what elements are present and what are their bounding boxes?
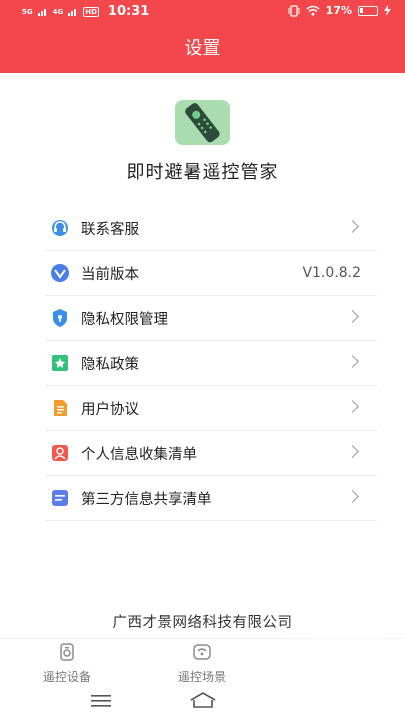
menu-item-third-party-share-list[interactable]: 第三方信息共享清单: [45, 476, 377, 521]
signal-bars-icon: [37, 9, 46, 16]
version-icon: [50, 263, 70, 283]
menu-item-label: 个人信息收集清单: [81, 446, 197, 463]
menu-item-current-version[interactable]: 当前版本 V1.0.8.2: [45, 251, 377, 296]
chevron-right-icon: [346, 310, 359, 323]
menu-item-label: 用户协议: [81, 401, 139, 418]
chevron-right-icon: [346, 220, 359, 233]
shield-icon: [50, 308, 70, 328]
signal-2: 4G: [52, 7, 64, 16]
chevron-right-icon: [346, 490, 359, 503]
charging-icon: [384, 5, 391, 16]
wifi-icon: [306, 5, 320, 16]
chevron-right-icon: [346, 400, 359, 413]
menu-item-label: 当前版本: [81, 266, 139, 283]
tab-label: 遥控设备: [42, 670, 91, 684]
headset-icon: [50, 218, 70, 238]
person-list-icon: [50, 443, 70, 463]
signal-bars-icon: [68, 9, 77, 16]
chevron-right-icon: [346, 445, 359, 458]
chevron-right-icon: [346, 355, 359, 368]
status-bar: 5G 4G HD 10:31 17%: [0, 0, 405, 24]
menu-item-customer-service[interactable]: 联系客服: [45, 206, 377, 251]
share-list-icon: [50, 488, 70, 508]
app-logo: [175, 100, 230, 145]
page-title: 设置: [0, 24, 405, 73]
menu-icon[interactable]: [91, 694, 111, 708]
menu-item-label: 第三方信息共享清单: [81, 491, 212, 508]
bottom-tab-bar: 遥控设备 遥控场景: [0, 638, 405, 684]
system-nav-bar: [0, 684, 405, 720]
signal-1: 5G: [22, 7, 33, 16]
menu-item-label: 隐私政策: [81, 356, 139, 373]
company-name: 广西才景网络科技有限公司: [112, 615, 293, 631]
tab-remote-devices[interactable]: 遥控设备: [17, 643, 117, 685]
remote-scene-icon: [193, 644, 211, 660]
remote-device-icon: [60, 643, 74, 661]
clock: 10:31: [107, 4, 150, 19]
tab-label: 遥控场景: [177, 670, 226, 684]
policy-icon: [50, 353, 70, 373]
menu-item-label: 隐私权限管理: [81, 311, 168, 328]
home-icon[interactable]: [190, 692, 216, 708]
menu-item-user-agreement[interactable]: 用户协议: [45, 386, 377, 431]
version-value: V1.0.8.2: [302, 265, 361, 281]
document-icon: [50, 398, 70, 418]
menu-item-label: 联系客服: [81, 221, 139, 238]
battery-icon: [358, 5, 378, 16]
remote-control-icon: [175, 100, 230, 145]
vibrate-icon: [288, 4, 300, 17]
app-name: 即时避暑遥控管家: [126, 162, 279, 183]
settings-menu: 联系客服 当前版本 V1.0.8.2 隐私权限管理 隐私政策 用户协议 个人信息…: [45, 206, 377, 521]
menu-item-privacy-permissions[interactable]: 隐私权限管理: [45, 296, 377, 341]
battery-percent: 17%: [325, 4, 352, 17]
menu-item-personal-info-list[interactable]: 个人信息收集清单: [45, 431, 377, 476]
hd-badge: HD: [83, 6, 99, 17]
menu-item-privacy-policy[interactable]: 隐私政策: [45, 341, 377, 386]
tab-remote-scenes[interactable]: 遥控场景: [152, 643, 252, 685]
